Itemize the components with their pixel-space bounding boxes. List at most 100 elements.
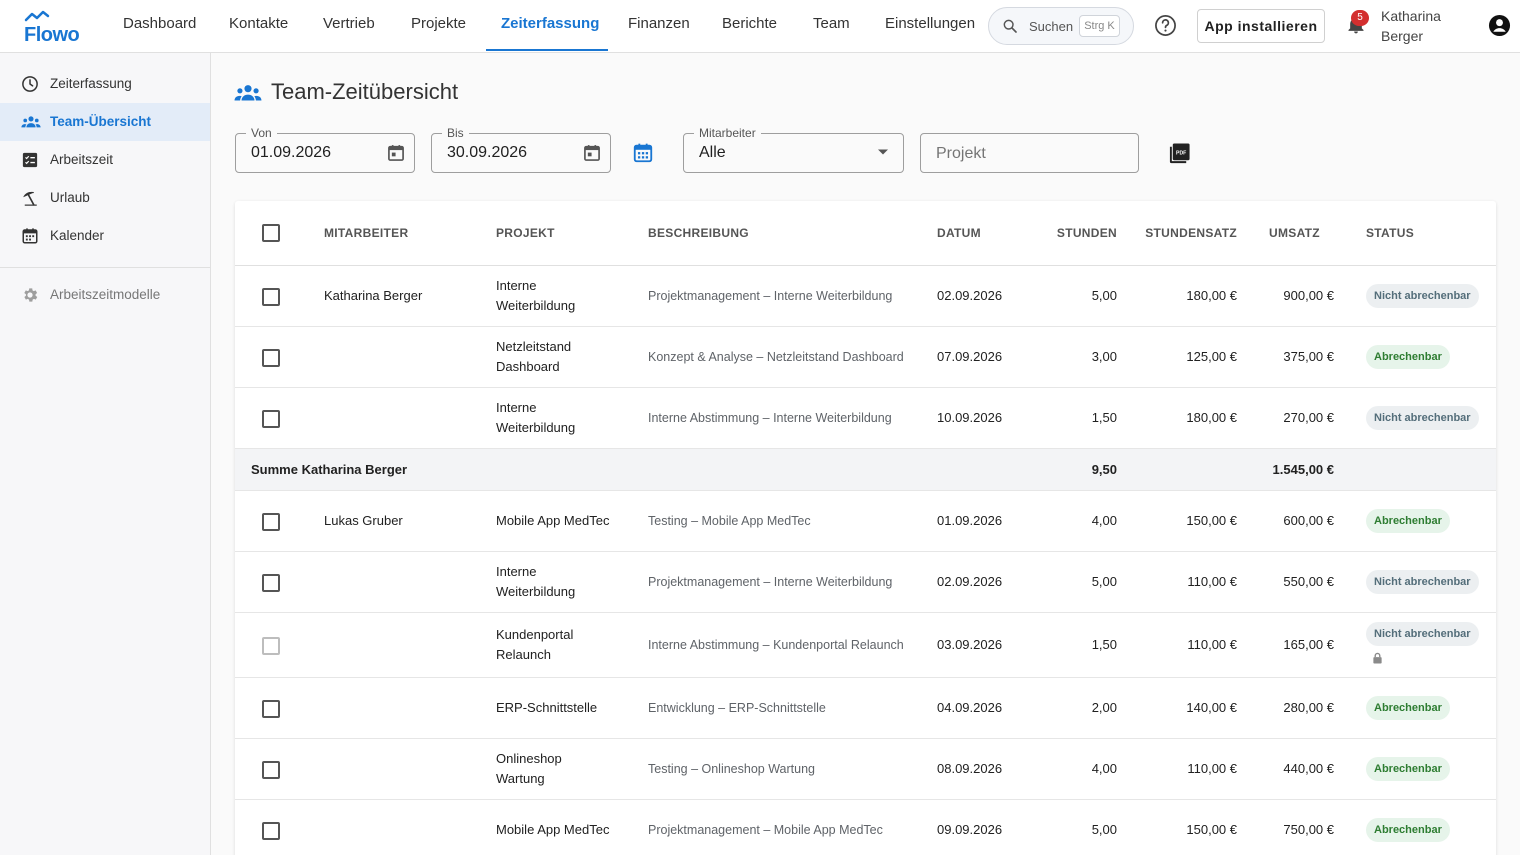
nav-dashboard[interactable]: Dashboard <box>123 0 196 50</box>
sum-label: Summe Katharina Berger <box>251 462 408 477</box>
employee-cell: Lukas Gruber <box>324 513 403 528</box>
project-line-2: Weiterbildung <box>496 584 576 599</box>
rate-cell: 110,00 € <box>1187 761 1237 776</box>
date-range-calendar-icon[interactable] <box>632 142 654 164</box>
search-box[interactable]: Suchen Strg K <box>988 7 1134 45</box>
date-cell: 02.09.2026 <box>937 288 1003 303</box>
lock-icon <box>1373 652 1382 664</box>
row-checkbox[interactable] <box>262 410 280 428</box>
hours-cell: 1,50 <box>1091 637 1117 652</box>
col-header-mitarbeiter[interactable]: MITARBEITER <box>324 226 408 240</box>
hours-cell: 3,00 <box>1091 349 1117 364</box>
sidebar-item-arbeitszeit[interactable]: Arbeitszeit <box>0 141 210 179</box>
date-to-label: Bis <box>442 126 469 140</box>
nav-zeiterfassung[interactable]: Zeiterfassung <box>501 0 599 50</box>
help-icon[interactable] <box>1154 14 1177 37</box>
nav-vertrieb[interactable]: Vertrieb <box>323 0 375 50</box>
col-header-projekt[interactable]: PROJEKT <box>496 226 555 240</box>
status-badge: Nicht abrechenbar <box>1366 570 1479 594</box>
employee-select[interactable]: Mitarbeiter Alle <box>683 126 904 173</box>
date-cell: 09.09.2026 <box>937 822 1003 837</box>
revenue-cell: 600,00 € <box>1283 513 1334 528</box>
description-cell: Projektmanagement – Mobile App MedTec <box>648 823 883 837</box>
description-cell: Testing – Mobile App MedTec <box>648 514 811 528</box>
nav-berichte[interactable]: Berichte <box>722 0 777 50</box>
sidebar-item-urlaub[interactable]: Urlaub <box>0 179 210 217</box>
project-cell: Netzleitstand Dashboard <box>496 337 631 377</box>
nav-kontakte[interactable]: Kontakte <box>229 0 288 50</box>
col-header-stunden[interactable]: STUNDEN <box>1036 226 1117 240</box>
nav-projekte[interactable]: Projekte <box>411 0 466 50</box>
beach-umbrella-icon <box>23 191 37 206</box>
project-line-1: Mobile App MedTec <box>496 822 610 837</box>
sum-hours: 9,50 <box>1091 462 1117 477</box>
sidebar-item-team-uebersicht[interactable]: Team-Übersicht <box>0 103 210 141</box>
nav-active-indicator <box>486 49 608 51</box>
status-badge: Nicht abrechenbar <box>1366 284 1479 308</box>
status-badge: Abrechenbar <box>1366 818 1450 842</box>
row-checkbox[interactable] <box>262 822 280 840</box>
col-header-beschreibung[interactable]: BESCHREIBUNG <box>648 226 749 240</box>
project-cell: Mobile App MedTec <box>496 820 631 840</box>
table-row: Netzleitstand Dashboard Konzept & Analyse… <box>235 327 1496 388</box>
search-icon <box>1003 19 1017 33</box>
nav-team[interactable]: Team <box>813 0 850 50</box>
row-checkbox[interactable] <box>262 288 280 306</box>
col-header-status[interactable]: STATUS <box>1366 226 1414 240</box>
table-row: ERP-Schnittstelle Entwicklung – ERP-Schn… <box>235 678 1496 739</box>
gear-icon <box>24 288 38 302</box>
col-header-umsatz[interactable]: UMSATZ <box>1254 226 1334 240</box>
project-line-2: Wartung <box>496 771 545 786</box>
revenue-cell: 270,00 € <box>1283 410 1334 425</box>
clock-icon <box>22 76 38 92</box>
project-line-1: ERP-Schnittstelle <box>496 700 598 715</box>
notification-badge: 5 <box>1351 10 1369 26</box>
date-cell: 04.09.2026 <box>937 700 1003 715</box>
svg-text:PDF: PDF <box>1176 150 1186 156</box>
account-icon[interactable] <box>1488 14 1511 37</box>
row-checkbox[interactable] <box>262 761 280 779</box>
select-all-checkbox[interactable] <box>262 224 280 242</box>
date-cell: 01.09.2026 <box>937 513 1003 528</box>
date-cell: 10.09.2026 <box>937 410 1003 425</box>
status-badge: Abrechenbar <box>1366 757 1450 781</box>
project-line-1: Interne <box>496 564 537 579</box>
team-icon <box>234 85 262 101</box>
col-header-stundensatz[interactable]: STUNDENSATZ <box>1137 226 1237 240</box>
project-field[interactable]: Projekt <box>920 133 1139 173</box>
sidebar-item-kalender[interactable]: Kalender <box>0 217 210 255</box>
row-checkbox[interactable] <box>262 513 280 531</box>
row-checkbox[interactable] <box>262 574 280 592</box>
pdf-export-icon[interactable]: PDF <box>1168 142 1191 165</box>
hours-cell: 4,00 <box>1091 513 1117 528</box>
row-checkbox[interactable] <box>262 700 280 718</box>
date-to-field[interactable]: Bis 30.09.2026 <box>431 126 611 173</box>
date-cell: 07.09.2026 <box>937 349 1003 364</box>
row-checkbox[interactable] <box>262 349 280 367</box>
app-logo[interactable]: Flowo <box>24 10 80 46</box>
calendar-icon <box>22 228 38 244</box>
description-cell: Interne Abstimmung – Interne Weiterbildu… <box>648 411 892 425</box>
rate-cell: 150,00 € <box>1186 513 1237 528</box>
install-app-button[interactable]: App installieren <box>1197 9 1325 43</box>
time-entries-table: MITARBEITER PROJEKT BESCHREIBUNG DATUM S… <box>235 201 1496 855</box>
sidebar-item-zeiterfassung[interactable]: Zeiterfassung <box>0 65 210 103</box>
date-from-field[interactable]: Von 01.09.2026 <box>235 126 415 173</box>
calendar-icon[interactable] <box>386 143 406 163</box>
project-line-1: Onlineshop <box>496 751 562 766</box>
nav-einstellungen[interactable]: Einstellungen <box>885 0 975 50</box>
status-badge: Abrechenbar <box>1366 345 1450 369</box>
sidebar-item-arbeitszeitmodelle[interactable]: Arbeitszeitmodelle <box>0 276 210 314</box>
table-row: Interne Weiterbildung Interne Abstimmung … <box>235 388 1496 449</box>
nav-finanzen[interactable]: Finanzen <box>628 0 690 50</box>
date-cell: 02.09.2026 <box>937 574 1003 589</box>
project-placeholder: Projekt <box>936 145 986 162</box>
col-header-datum[interactable]: DATUM <box>937 226 981 240</box>
user-name[interactable]: Katharina Berger <box>1381 6 1471 46</box>
description-cell: Testing – Onlineshop Wartung <box>648 762 815 776</box>
chevron-down-icon <box>878 149 888 155</box>
hours-cell: 1,50 <box>1091 410 1117 425</box>
table-row: Katharina Berger Interne Weiterbildung Pr… <box>235 266 1496 327</box>
project-cell: Mobile App MedTec <box>496 511 631 531</box>
calendar-icon[interactable] <box>582 143 602 163</box>
